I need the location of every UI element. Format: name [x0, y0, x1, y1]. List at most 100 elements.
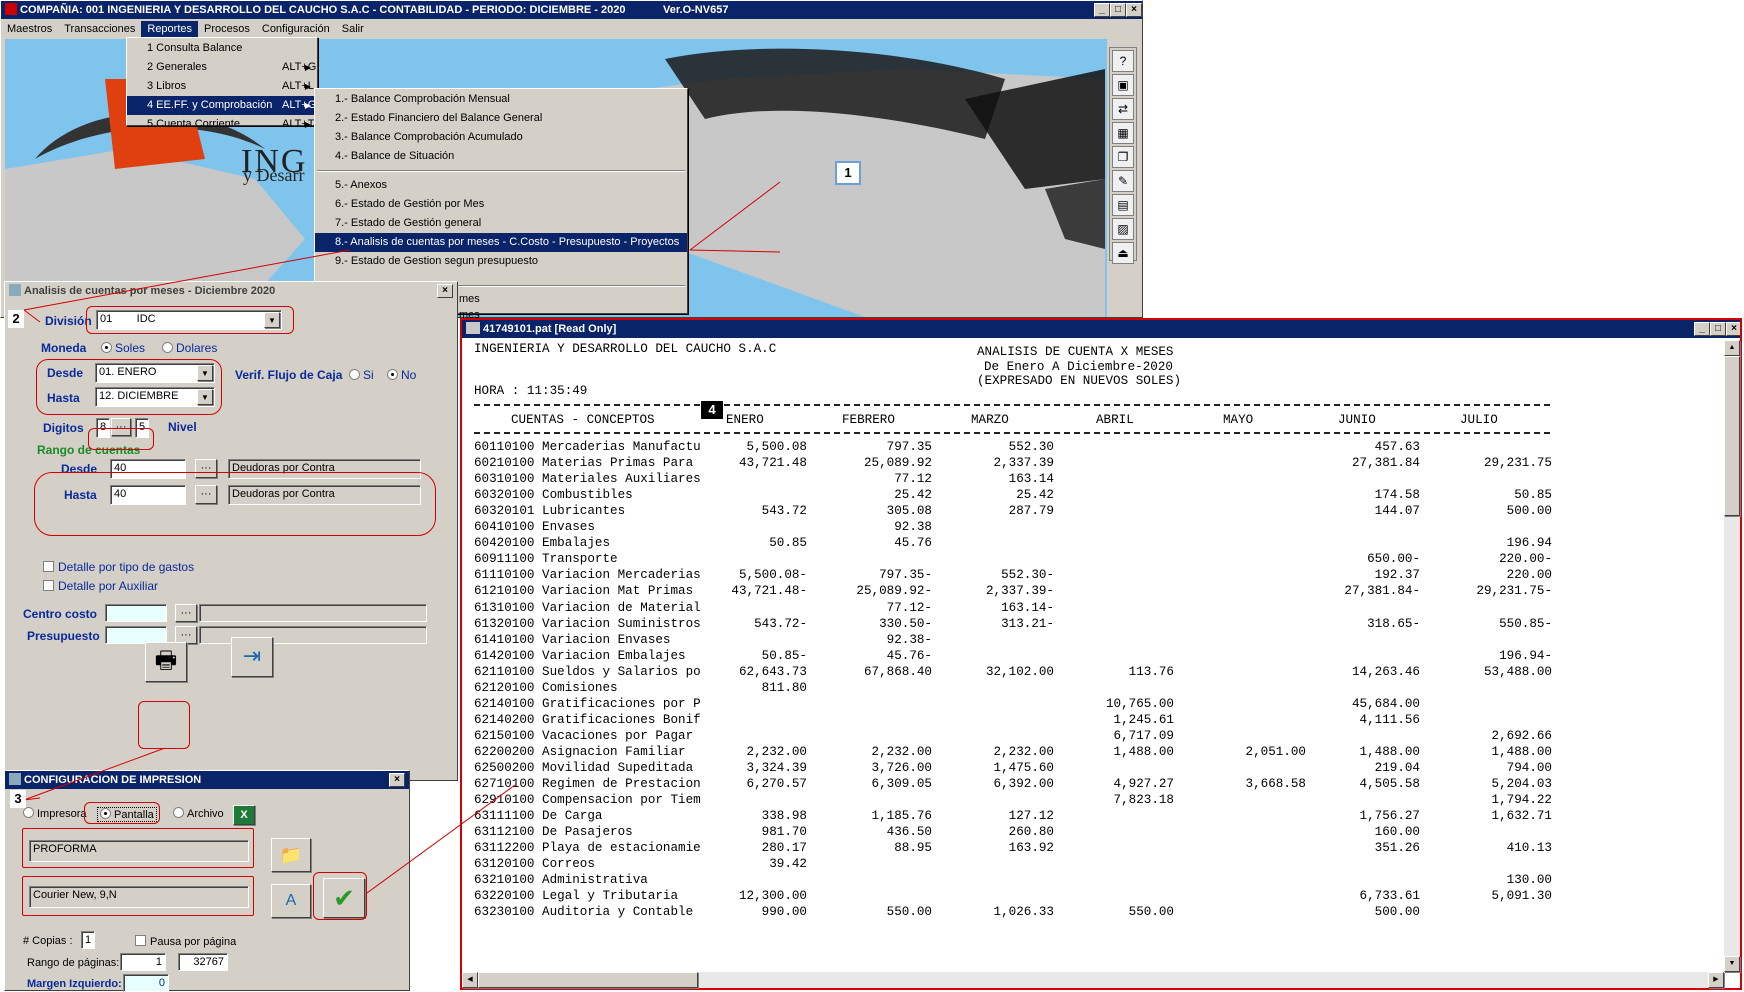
- menu-item-libros[interactable]: 3 Libros ALT+L ▶: [127, 77, 317, 96]
- digitos-field[interactable]: 8: [96, 418, 110, 438]
- report-currency-note: (EXPRESADO EN NUEVOS SOLES): [977, 374, 1182, 388]
- maximize-icon[interactable]: □: [1710, 322, 1726, 336]
- division-select[interactable]: 01 IDC: [96, 310, 282, 330]
- archivo-radio[interactable]: Archivo: [173, 807, 224, 820]
- amount-cell: 92.38: [894, 520, 932, 535]
- close-icon[interactable]: ×: [389, 773, 405, 787]
- chevron-down-icon[interactable]: ▼: [197, 365, 213, 381]
- edit-icon[interactable]: ✎: [1112, 170, 1134, 192]
- amount-cell: 794.00: [1506, 761, 1552, 775]
- centro-costo-input[interactable]: [105, 604, 167, 622]
- transfer-icon[interactable]: ⇄: [1112, 98, 1134, 120]
- table-row: 60420100 Embalajes 50.85 45.76 196.94: [474, 536, 1552, 552]
- detalle-auxiliar-checkbox[interactable]: Detalle por Auxiliar: [43, 579, 158, 593]
- submenu-item-8[interactable]: 8.- Analisis de cuentas por meses - C.Co…: [315, 233, 687, 252]
- rango-desde-lookup-button[interactable]: ···: [195, 459, 217, 478]
- vertical-scrollbar[interactable]: ▲ ▼: [1724, 340, 1740, 972]
- document-icon[interactable]: ▤: [1112, 194, 1134, 216]
- pantalla-radio[interactable]: Pantalla: [97, 807, 157, 822]
- exit-button[interactable]: ⇥: [231, 637, 273, 677]
- menu-separator: [317, 170, 685, 172]
- format-field[interactable]: PROFORMA: [29, 840, 249, 862]
- rango-hasta-lookup-button[interactable]: ···: [195, 485, 217, 504]
- scroll-up-icon[interactable]: ▲: [1724, 340, 1740, 356]
- scroll-thumb[interactable]: [1724, 356, 1740, 516]
- help-icon[interactable]: ?: [1112, 50, 1134, 72]
- report-heading: ANALISIS DE CUENTA X MESES: [977, 345, 1174, 359]
- chevron-down-icon[interactable]: ▼: [197, 389, 213, 405]
- excel-icon[interactable]: X: [233, 805, 255, 825]
- submenu-item-5[interactable]: 5.- Anexos: [315, 176, 687, 195]
- menu-configuracion[interactable]: Configuración: [256, 21, 336, 37]
- margen-input[interactable]: 0: [123, 974, 169, 992]
- close-icon[interactable]: ×: [1726, 322, 1740, 336]
- verif-no-radio[interactable]: No: [387, 368, 416, 382]
- detalle-gastos-checkbox[interactable]: Detalle por tipo de gastos: [43, 560, 194, 574]
- account-cell: 63220100 Legal y Tributaria: [474, 889, 679, 904]
- chevron-down-icon[interactable]: ▼: [264, 312, 280, 328]
- minimize-icon[interactable]: _: [1694, 322, 1710, 336]
- scroll-left-icon[interactable]: ◀: [462, 972, 478, 988]
- rango-hasta-input[interactable]: 40: [110, 485, 186, 505]
- account-cell: 60410100 Envases: [474, 520, 595, 535]
- menu-transacciones[interactable]: Transacciones: [58, 21, 141, 37]
- pausa-checkbox[interactable]: Pausa por página: [135, 935, 236, 948]
- moneda-soles-radio[interactable]: Soles: [101, 341, 145, 355]
- amount-cell: 14,263.46: [1351, 664, 1420, 679]
- brand-subtext: y Desarr: [243, 165, 305, 185]
- submenu-item-7[interactable]: 7.- Estado de Gestión general: [315, 214, 687, 233]
- chart-icon[interactable]: ▨: [1112, 218, 1134, 240]
- digitos-button[interactable]: ···: [111, 418, 131, 436]
- rango-from-input[interactable]: 1: [120, 953, 166, 971]
- dialog-icon: [9, 773, 21, 785]
- menu-salir[interactable]: Salir: [336, 21, 370, 37]
- account-cell: 60210100 Materias Primas Para: [474, 456, 694, 471]
- print-button[interactable]: 🖶: [145, 642, 187, 682]
- scroll-down-icon[interactable]: ▼: [1724, 956, 1740, 972]
- nivel-field[interactable]: 5: [135, 418, 149, 438]
- font-button[interactable]: A: [271, 884, 311, 918]
- impresora-radio[interactable]: Impresora: [23, 807, 87, 820]
- confirm-button[interactable]: ✔: [323, 878, 365, 918]
- amount-cell: 2,051.00: [1245, 744, 1306, 759]
- account-cell: 61110100 Variacion Mercaderias: [474, 568, 701, 583]
- submenu-item-6[interactable]: 6.- Estado de Gestión por Mes: [315, 195, 687, 214]
- folder-button[interactable]: 📁: [271, 838, 311, 872]
- menu-item-cuenta-corriente[interactable]: 5 Cuenta Corriente ALT+T ▶: [127, 115, 317, 134]
- maximize-icon[interactable]: □: [1110, 3, 1126, 17]
- rango-to-input[interactable]: 32767: [178, 953, 228, 971]
- menu-maestros[interactable]: Maestros: [1, 21, 58, 37]
- menu-item-eeff[interactable]: 4 EE.FF. y Comprobación ALT+G ▶: [127, 96, 317, 115]
- copias-input[interactable]: 1: [81, 931, 95, 949]
- table-row: 63220100 Legal y Tributaria 12,300.00 6,73…: [474, 889, 1552, 905]
- rango-desde-input[interactable]: 40: [110, 459, 186, 479]
- minimize-icon[interactable]: _: [1094, 3, 1110, 17]
- amount-cell: 32,102.00: [985, 664, 1054, 679]
- menu-procesos[interactable]: Procesos: [198, 21, 256, 37]
- centro-costo-lookup-button[interactable]: ···: [175, 604, 197, 622]
- submenu-item-1[interactable]: 1.- Balance Comprobación Mensual: [315, 90, 687, 109]
- exit-icon[interactable]: ⏏: [1112, 242, 1134, 264]
- report-window: 41749101.pat [Read Only] _ □ × INGENIERI…: [460, 318, 1742, 990]
- close-icon[interactable]: ×: [437, 284, 453, 298]
- submenu-item-4[interactable]: 4.- Balance de Situación: [315, 147, 687, 166]
- horizontal-scrollbar[interactable]: ◀ ▶: [462, 972, 1724, 988]
- submenu-item-3[interactable]: 3.- Balance Comprobación Acumulado: [315, 128, 687, 147]
- amount-cell: 313.21-: [1001, 616, 1054, 631]
- h-scroll-thumb[interactable]: [478, 972, 698, 988]
- calendar-icon[interactable]: ▦: [1112, 122, 1134, 144]
- menu-item-consulta-balance[interactable]: 1 Consulta Balance: [127, 39, 317, 58]
- menu-reportes[interactable]: Reportes: [141, 21, 199, 37]
- amount-cell: 45,684.00: [1351, 696, 1420, 711]
- scroll-right-icon[interactable]: ▶: [1708, 972, 1724, 988]
- moneda-dolares-radio[interactable]: Dolares: [162, 341, 217, 355]
- close-icon[interactable]: ×: [1126, 3, 1142, 17]
- font-field[interactable]: Courier New, 9,N: [29, 886, 249, 908]
- windows-icon[interactable]: ❐: [1112, 146, 1134, 168]
- monitor-icon[interactable]: ▣: [1112, 74, 1134, 96]
- menu-item-generales[interactable]: 2 Generales ALT+G ▶: [127, 58, 317, 77]
- submenu-item-9[interactable]: 9.- Estado de Gestion segun presupuesto: [315, 252, 687, 271]
- verif-si-radio[interactable]: Si: [349, 368, 374, 382]
- submenu-item-2[interactable]: 2.- Estado Financiero del Balance Genera…: [315, 109, 687, 128]
- amount-cell: 981.70: [761, 825, 807, 840]
